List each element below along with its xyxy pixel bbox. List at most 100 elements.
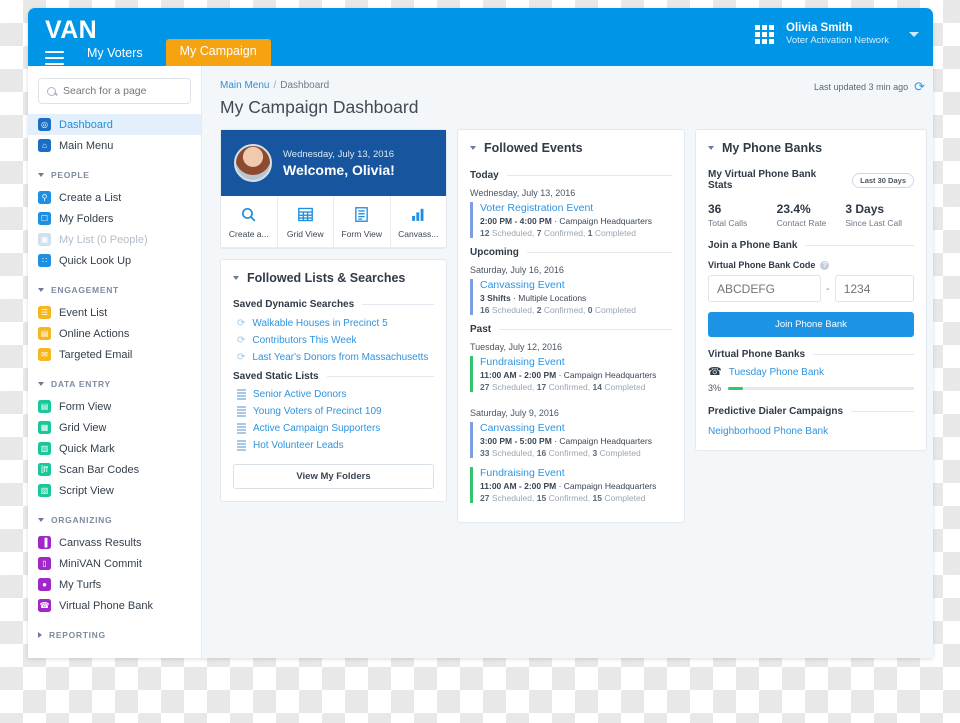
vpb-code-input-secondary[interactable] [834,275,914,302]
nav-tab-my-voters[interactable]: My Voters [74,42,156,66]
join-phone-bank-button[interactable]: Join Phone Bank [708,312,914,337]
event-location: · Multiple Locations [510,293,587,303]
event-time: 3 Shifts [480,293,511,303]
user-name: Olivia Smith [786,22,853,34]
followed-lists-card: Followed Lists & Searches Saved Dynamic … [220,259,447,502]
divider [326,376,434,377]
sidebar-group-organizing[interactable]: ORGANIZING [28,508,201,532]
search-icon [47,86,56,96]
quick-action-form-view[interactable]: Form View [334,196,391,247]
sidebar-item-form-view[interactable]: ▤ Form View [28,396,201,417]
event-item[interactable]: Fundraising Event 11:00 AM - 2:00 PM · Ca… [458,356,684,392]
app-switcher-grid-icon[interactable] [755,24,775,44]
sidebar-group-help-support[interactable]: HELP & SUPPORT [28,654,201,658]
sidebar-item-my-list-0-people[interactable]: ▣ My List (0 People) [28,229,201,250]
sidebar-search-wrap [28,78,201,114]
event-title[interactable]: Canvassing Event [480,422,672,434]
sidebar-item-label: Event List [59,306,108,319]
sidebar-item-dashboard[interactable]: ◎ Dashboard [28,114,201,135]
dynamic-search-item[interactable]: ⟳ Walkable Houses in Precinct 5 [221,315,446,332]
quick-action-grid-view[interactable]: Grid View [278,196,334,247]
sidebar-item-quick-look-up[interactable]: ∷ Quick Look Up [28,250,201,271]
progress-track [728,386,914,390]
quick-action-create-a[interactable]: Create a... [221,196,278,247]
vpb-code-input-primary[interactable] [708,275,822,302]
phone-bank-stat-value: 36 [708,202,722,216]
sidebar-group-label: PEOPLE [51,170,90,180]
user-info[interactable]: Olivia Smith Voter Activation Network [786,21,889,47]
followed-events-title: Followed Events [484,141,583,155]
phone-banks-header[interactable]: My Phone Banks [696,130,926,164]
event-time: 2:00 PM - 4:00 PM [480,216,552,226]
dashboard-columns: Wednesday, July 13, 2016 Welcome, Olivia… [220,129,927,523]
app-window: VAN My Voters My Campaign Olivia Smith V… [28,8,933,658]
phone-icon: ☎ [708,366,722,378]
sidebar-group-engagement[interactable]: ENGAGEMENT [28,278,201,302]
sidebar-item-create-a-list[interactable]: ⚲ Create a List [28,187,201,208]
vpb-code-label-row: Virtual Phone Bank Code ? [696,251,926,275]
quick-lookup-icon: ∷ [38,254,51,267]
static-list-item[interactable]: Hot Volunteer Leads [221,437,446,454]
date-range-pill[interactable]: Last 30 Days [852,172,914,188]
phone-bank-stat-label: Since Last Call [845,218,903,228]
predictive-dialer-item[interactable]: Neighborhood Phone Bank [696,417,926,450]
event-item[interactable]: Canvassing Event 3 Shifts · Multiple Loca… [458,279,684,315]
event-location: · Campaign Headquarters [556,481,657,491]
sidebar-item-my-turfs[interactable]: ● My Turfs [28,574,201,595]
event-time-location: 3 Shifts · Multiple Locations [480,293,672,303]
sidebar-item-targeted-email[interactable]: ✉ Targeted Email [28,344,201,365]
sidebar-item-virtual-phone-bank[interactable]: ☎ Virtual Phone Bank [28,595,201,616]
event-item[interactable]: Canvassing Event 3:00 PM - 5:00 PM · Camp… [458,422,684,458]
event-title[interactable]: Fundraising Event [480,467,672,479]
event-title[interactable]: Fundraising Event [480,356,672,368]
sidebar-item-event-list[interactable]: ☰ Event List [28,302,201,323]
event-item[interactable]: Voter Registration Event 2:00 PM - 4:00 P… [458,202,684,238]
sidebar-item-label: Grid View [59,421,107,434]
sidebar-item-scan-bar-codes[interactable]: ⫿ff Scan Bar Codes [28,459,201,480]
virtual-phone-bank-item[interactable]: ☎ Tuesday Phone Bank [696,360,926,379]
user-menu-chevron-down-icon[interactable] [909,31,919,37]
sidebar-group-reporting[interactable]: REPORTING [28,623,201,647]
sidebar-item-online-actions[interactable]: ▤ Online Actions [28,323,201,344]
sidebar-item-minivan-commit[interactable]: ▯ MiniVAN Commit [28,553,201,574]
sidebar-item-main-menu[interactable]: ⌂ Main Menu [28,135,201,156]
static-list-item[interactable]: Young Voters of Precinct 109 [221,403,446,420]
quick-action-label: Form View [341,229,382,239]
search-box[interactable] [38,78,191,104]
phone-bank-stat-label: Total Calls [708,218,748,228]
sidebar-item-label: Targeted Email [59,348,133,361]
form-icon [336,205,388,224]
view-my-folders-button[interactable]: View My Folders [233,464,434,489]
chevron-down-icon [233,276,239,280]
breadcrumb-main-menu[interactable]: Main Menu [220,80,269,91]
event-title[interactable]: Voter Registration Event [480,202,672,214]
sidebar-item-quick-mark[interactable]: ▥ Quick Mark [28,438,201,459]
hamburger-menu-icon[interactable] [45,51,64,65]
sidebar-item-canvass-results[interactable]: ▐ Canvass Results [28,532,201,553]
phone-bank-stat-value: 3 Days [845,202,885,216]
refresh-icon[interactable]: ⟳ [914,80,925,93]
grid-icon [280,205,332,224]
question-icon[interactable]: ? [820,260,830,270]
sidebar-item-grid-view[interactable]: ▦ Grid View [28,417,201,438]
followed-events-header[interactable]: Followed Events [458,130,684,164]
sidebar-group-data-entry[interactable]: DATA ENTRY [28,372,201,396]
static-list-item[interactable]: Senior Active Donors [221,386,446,403]
quick-action-canvass[interactable]: Canvass... [391,196,447,247]
event-item[interactable]: Fundraising Event 11:00 AM - 2:00 PM · Ca… [458,467,684,503]
dynamic-search-item[interactable]: ⟳ Last Year's Donors from Massachusetts [221,349,446,366]
event-stats: 27 Scheduled, 17 Confirmed, 14 Completed [480,382,646,392]
event-title[interactable]: Canvassing Event [480,279,672,291]
sidebar-item-script-view[interactable]: ▧ Script View [28,480,201,501]
sidebar-group-people[interactable]: PEOPLE [28,163,201,187]
followed-lists-header[interactable]: Followed Lists & Searches [221,260,446,294]
vpb-code-label: Virtual Phone Bank Code [708,260,816,270]
followed-events-card: Followed Events Today Wednesday, July 13,… [457,129,685,523]
sidebar-group-label: ORGANIZING [51,515,113,525]
virtual-phone-bank-label[interactable]: Tuesday Phone Bank [729,367,824,378]
sidebar-item-my-folders[interactable]: ☐ My Folders [28,208,201,229]
dynamic-search-item[interactable]: ⟳ Contributors This Week [221,332,446,349]
static-list-item[interactable]: Active Campaign Supporters [221,420,446,437]
search-input[interactable] [63,85,182,97]
nav-tab-my-campaign[interactable]: My Campaign [165,39,271,66]
